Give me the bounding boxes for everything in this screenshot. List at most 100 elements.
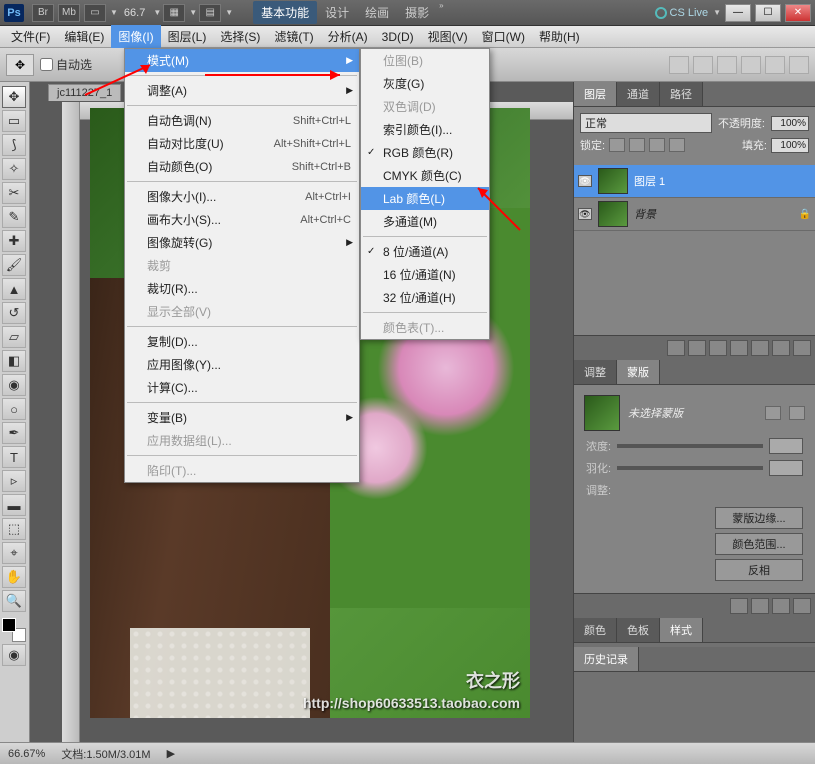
menuitem-variables[interactable]: 变量(B)▶ — [125, 406, 359, 429]
feather-slider[interactable] — [617, 466, 763, 470]
fx-icon[interactable] — [688, 340, 706, 356]
status-zoom[interactable]: 66.67% — [8, 748, 45, 760]
align-icon[interactable] — [693, 56, 713, 74]
menuitem-8bit[interactable]: ✓8 位/通道(A) — [361, 240, 489, 263]
menu-view[interactable]: 视图(V) — [421, 25, 475, 48]
menuitem-auto-color[interactable]: 自动颜色(O)Shift+Ctrl+B — [125, 155, 359, 178]
pixel-mask-icon[interactable] — [765, 406, 781, 420]
3d-camera-tool[interactable]: ⌖ — [2, 542, 26, 564]
eyedropper-tool[interactable]: ✎ — [2, 206, 26, 228]
menu-3d[interactable]: 3D(D) — [375, 27, 421, 47]
dodge-tool[interactable]: ○ — [2, 398, 26, 420]
bridge-icon[interactable]: Br — [32, 4, 54, 22]
lasso-tool[interactable]: ⟆ — [2, 134, 26, 156]
chevron-down-icon[interactable]: ▼ — [153, 8, 161, 17]
menuitem-adjustments[interactable]: 调整(A)▶ — [125, 79, 359, 102]
align-icon[interactable] — [717, 56, 737, 74]
blend-mode-select[interactable]: 正常 — [580, 113, 712, 133]
menuitem-16bit[interactable]: 16 位/通道(N) — [361, 263, 489, 286]
lock-pos-icon[interactable] — [649, 138, 665, 152]
group-icon[interactable] — [751, 340, 769, 356]
move-tool[interactable]: ✥ — [2, 86, 26, 108]
lock-pixels-icon[interactable] — [629, 138, 645, 152]
lock-trans-icon[interactable] — [609, 138, 625, 152]
align-icon[interactable] — [789, 56, 809, 74]
zoom-value[interactable]: 66.7 — [124, 7, 145, 19]
tab-paths[interactable]: 路径 — [660, 82, 703, 106]
tab-masks[interactable]: 蒙版 — [617, 360, 660, 384]
status-arrow-icon[interactable]: ▶ — [167, 747, 175, 760]
layer-row[interactable]: 👁 背景 🔒 — [574, 198, 815, 231]
chevron-down-icon[interactable]: ▼ — [225, 8, 233, 17]
align-icon[interactable] — [765, 56, 785, 74]
pen-tool[interactable]: ✒ — [2, 422, 26, 444]
menuitem-canvas-size[interactable]: 画布大小(S)...Alt+Ctrl+C — [125, 208, 359, 231]
layer-thumbnail[interactable] — [598, 168, 628, 194]
mask-edge-button[interactable]: 蒙版边缘... — [715, 507, 803, 529]
lock-all-icon[interactable] — [669, 138, 685, 152]
crop-tool[interactable]: ✂ — [2, 182, 26, 204]
layer-name[interactable]: 背景 — [634, 206, 656, 222]
gradient-tool[interactable]: ◧ — [2, 350, 26, 372]
vector-mask-icon[interactable] — [789, 406, 805, 420]
trash-icon[interactable] — [793, 340, 811, 356]
menuitem-auto-contrast[interactable]: 自动对比度(U)Alt+Shift+Ctrl+L — [125, 132, 359, 155]
color-swatches[interactable] — [2, 618, 26, 642]
arrange-docs-icon[interactable]: ▤ — [199, 4, 221, 22]
type-tool[interactable]: T — [2, 446, 26, 468]
menuitem-rgb[interactable]: ✓RGB 颜色(R) — [361, 141, 489, 164]
minibridge-icon[interactable]: Mb — [58, 4, 80, 22]
visibility-icon[interactable]: 👁 — [578, 175, 592, 187]
history-brush-tool[interactable]: ↺ — [2, 302, 26, 324]
close-button[interactable]: ✕ — [785, 4, 811, 22]
shape-tool[interactable]: ▬ — [2, 494, 26, 516]
align-icon[interactable] — [741, 56, 761, 74]
mask-icon[interactable] — [709, 340, 727, 356]
menu-select[interactable]: 选择(S) — [213, 25, 267, 48]
tab-swatches[interactable]: 色板 — [617, 618, 660, 642]
path-tool[interactable]: ▹ — [2, 470, 26, 492]
fill-input[interactable]: 100% — [771, 138, 809, 153]
mask-footer-icon[interactable] — [751, 598, 769, 614]
mask-footer-icon[interactable] — [772, 598, 790, 614]
density-value[interactable] — [769, 438, 803, 454]
invert-button[interactable]: 反相 — [715, 559, 803, 581]
3d-tool[interactable]: ⬚ — [2, 518, 26, 540]
menuitem-multichannel[interactable]: 多通道(M) — [361, 210, 489, 233]
maximize-button[interactable]: ☐ — [755, 4, 781, 22]
menu-filter[interactable]: 滤镜(T) — [267, 25, 320, 48]
menuitem-trim[interactable]: 裁切(R)... — [125, 277, 359, 300]
eraser-tool[interactable]: ▱ — [2, 326, 26, 348]
stamp-tool[interactable]: ▲ — [2, 278, 26, 300]
menuitem-auto-tone[interactable]: 自动色调(N)Shift+Ctrl+L — [125, 109, 359, 132]
heal-tool[interactable]: ✚ — [2, 230, 26, 252]
menuitem-grayscale[interactable]: 灰度(G) — [361, 72, 489, 95]
zoom-tool[interactable]: 🔍 — [2, 590, 26, 612]
tab-adjustments[interactable]: 调整 — [574, 360, 617, 384]
trash-icon[interactable] — [793, 598, 811, 614]
menuitem-indexed[interactable]: 索引颜色(I)... — [361, 118, 489, 141]
menuitem-image-size[interactable]: 图像大小(I)...Alt+Ctrl+I — [125, 185, 359, 208]
workspace-photo[interactable]: 摄影 — [397, 1, 437, 24]
minimize-button[interactable]: — — [725, 4, 751, 22]
quickmask-tool[interactable]: ◉ — [2, 644, 26, 666]
menu-image[interactable]: 图像(I) — [111, 25, 160, 48]
hand-tool[interactable]: ✋ — [2, 566, 26, 588]
workspace-essentials[interactable]: 基本功能 — [253, 1, 317, 24]
workspace-painting[interactable]: 绘画 — [357, 1, 397, 24]
brush-tool[interactable]: 🖌 — [2, 254, 26, 276]
align-icon[interactable] — [669, 56, 689, 74]
wand-tool[interactable]: ✧ — [2, 158, 26, 180]
menuitem-calculations[interactable]: 计算(C)... — [125, 376, 359, 399]
auto-select-checkbox[interactable]: 自动选 — [40, 56, 92, 73]
tab-channels[interactable]: 通道 — [617, 82, 660, 106]
screen-mode-icon[interactable]: ▭ — [84, 4, 106, 22]
adjust-layer-icon[interactable] — [730, 340, 748, 356]
menu-window[interactable]: 窗口(W) — [475, 25, 532, 48]
menuitem-32bit[interactable]: 32 位/通道(H) — [361, 286, 489, 309]
chevron-down-icon[interactable]: ▼ — [189, 8, 197, 17]
link-layers-icon[interactable] — [667, 340, 685, 356]
menuitem-mode[interactable]: 模式(M)▶ — [125, 49, 359, 72]
layer-thumbnail[interactable] — [598, 201, 628, 227]
visibility-icon[interactable]: 👁 — [578, 208, 592, 220]
